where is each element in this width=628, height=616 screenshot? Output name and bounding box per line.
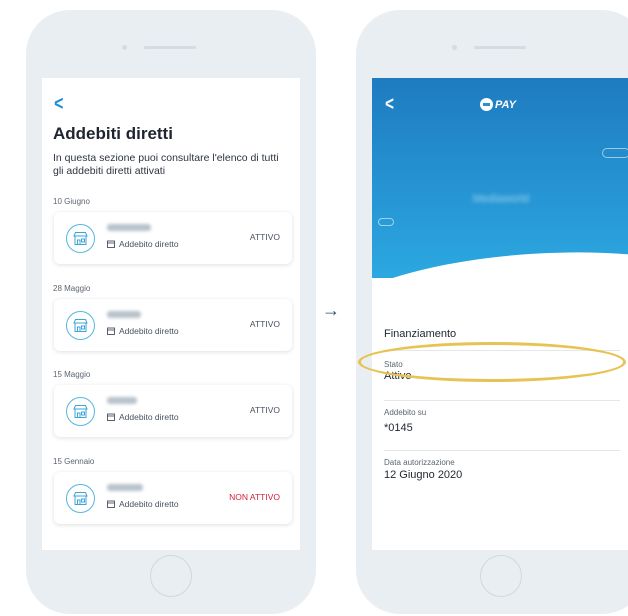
group-date: 10 Giugno xyxy=(53,197,90,206)
debit-type: Addebito diretto xyxy=(119,326,179,336)
group-date: 15 Maggio xyxy=(53,370,91,379)
debit-type: Addebito diretto xyxy=(119,499,179,509)
merchant-name xyxy=(107,397,137,404)
status-badge: NON ATTIVO xyxy=(229,492,280,502)
field-value-financing: Finanziamento xyxy=(384,328,457,340)
pay-logo-icon: PAY xyxy=(480,98,516,111)
merchant-name xyxy=(107,224,151,231)
phone-frame-left: < Addebiti diretti In questa sezione puo… xyxy=(26,10,316,614)
speaker-bar xyxy=(144,46,196,49)
store-icon xyxy=(66,397,95,426)
status-highlight xyxy=(358,342,626,382)
status-badge: ATTIVO xyxy=(249,405,280,415)
speaker-bar xyxy=(474,46,526,49)
field-value-account: *0145 xyxy=(384,422,413,434)
screen-left: < Addebiti diretti In questa sezione puo… xyxy=(42,78,300,550)
cloud-decoration xyxy=(378,218,394,226)
calendar-icon xyxy=(107,240,115,248)
page-title: Addebiti diretti xyxy=(53,124,173,143)
field-label-auth-date: Data autorizzazione xyxy=(384,458,455,467)
calendar-icon xyxy=(107,327,115,335)
debit-card[interactable]: Addebito diretto ATTIVO xyxy=(54,212,292,264)
screen-right: < PAY Mediaworld Finanziamento Stato Att… xyxy=(372,78,628,550)
phone-frame-right: < PAY Mediaworld Finanziamento Stato Att… xyxy=(356,10,628,614)
cloud-decoration xyxy=(602,148,628,158)
home-button xyxy=(480,555,522,597)
debit-card[interactable]: Addebito diretto ATTIVO xyxy=(54,299,292,351)
merchant-name: Mediaworld xyxy=(472,193,530,205)
calendar-icon xyxy=(107,413,115,421)
hero-banner: < PAY Mediaworld xyxy=(372,78,628,278)
divider xyxy=(384,400,620,401)
debit-type: Addebito diretto xyxy=(119,239,179,249)
debit-card[interactable]: Addebito diretto NON ATTIVO xyxy=(54,472,292,524)
store-icon xyxy=(66,224,95,253)
field-value-auth-date: 12 Giugno 2020 xyxy=(384,469,463,481)
group-date: 15 Gennaio xyxy=(53,457,95,466)
divider xyxy=(384,450,620,451)
status-badge: ATTIVO xyxy=(249,232,280,242)
flow-arrow-icon: → xyxy=(322,300,340,320)
group-date: 28 Maggio xyxy=(53,284,91,293)
calendar-icon xyxy=(107,500,115,508)
field-label-account: Addebito su xyxy=(384,408,427,417)
camera-dot xyxy=(452,45,457,50)
page-subtitle: In questa sezione puoi consultare l'elen… xyxy=(53,152,279,177)
back-chevron-icon[interactable]: < xyxy=(54,94,63,114)
debit-type: Addebito diretto xyxy=(119,412,179,422)
back-chevron-icon[interactable]: < xyxy=(385,95,394,114)
store-icon xyxy=(66,311,95,340)
home-button xyxy=(150,555,192,597)
store-icon xyxy=(66,484,95,513)
debit-card[interactable]: Addebito diretto ATTIVO xyxy=(54,385,292,437)
camera-dot xyxy=(122,45,127,50)
merchant-name xyxy=(107,311,141,318)
status-badge: ATTIVO xyxy=(249,319,280,329)
merchant-name xyxy=(107,484,143,491)
